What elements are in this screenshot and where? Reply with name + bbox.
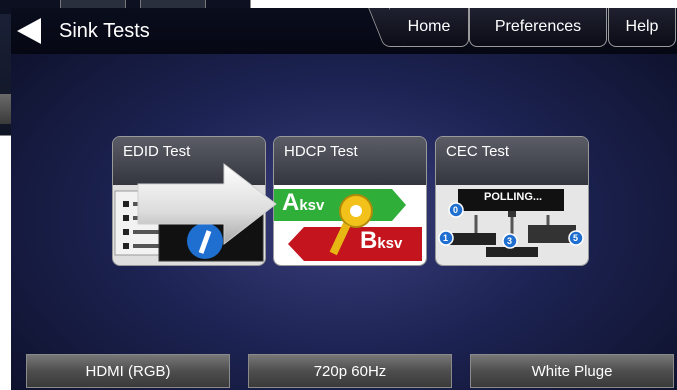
hdcp-test-tile[interactable]: HDCP Test Aksv Bksv xyxy=(273,136,427,266)
cec-node-5: 5 xyxy=(573,233,579,243)
interface-label: HDMI (RGB) xyxy=(85,362,171,380)
aksv-subscript: ksv xyxy=(299,197,325,214)
cec-node-1: 1 xyxy=(443,233,449,243)
cec-test-tile[interactable]: CEC Test POLLING... 0 1 3 5 xyxy=(435,136,589,266)
interface-button[interactable]: HDMI (RGB) xyxy=(26,354,230,388)
hdcp-test-label: HDCP Test xyxy=(274,137,426,185)
image-button[interactable]: White Pluge xyxy=(470,354,674,388)
format-button[interactable]: 720p 60Hz xyxy=(248,354,452,388)
tab-home[interactable]: Home xyxy=(389,8,469,47)
cec-test-label: CEC Test xyxy=(436,137,588,185)
bksv-subscript: ksv xyxy=(377,235,403,252)
hdcp-test-image: Aksv Bksv xyxy=(274,185,426,265)
bksv-label: Bksv xyxy=(360,227,402,255)
back-arrow-icon[interactable] xyxy=(17,18,41,44)
aksv-label: Aksv xyxy=(282,189,324,217)
page-title: Sink Tests xyxy=(59,20,150,42)
cec-polling-text: POLLING... xyxy=(484,191,543,203)
aksv-letter: A xyxy=(282,189,300,216)
cec-node-3: 3 xyxy=(507,236,513,246)
bksv-letter: B xyxy=(360,227,378,254)
tab-home-label: Home xyxy=(407,18,451,35)
cec-node-0: 0 xyxy=(453,205,459,215)
select-arrow-icon xyxy=(137,162,277,246)
cec-test-image: POLLING... 0 1 3 5 xyxy=(436,185,588,265)
image-label: White Pluge xyxy=(531,362,613,380)
format-label: 720p 60Hz xyxy=(313,362,387,380)
tab-preferences[interactable]: Preferences xyxy=(469,8,607,47)
tab-help[interactable]: Help xyxy=(608,8,676,47)
header-bar: Sink Tests Home Preferences Help xyxy=(11,8,677,54)
tab-help-label: Help xyxy=(625,18,659,35)
sink-tests-screen: Sink Tests Home Preferences Help EDID Te… xyxy=(11,8,677,390)
tab-preferences-label: Preferences xyxy=(494,18,582,35)
